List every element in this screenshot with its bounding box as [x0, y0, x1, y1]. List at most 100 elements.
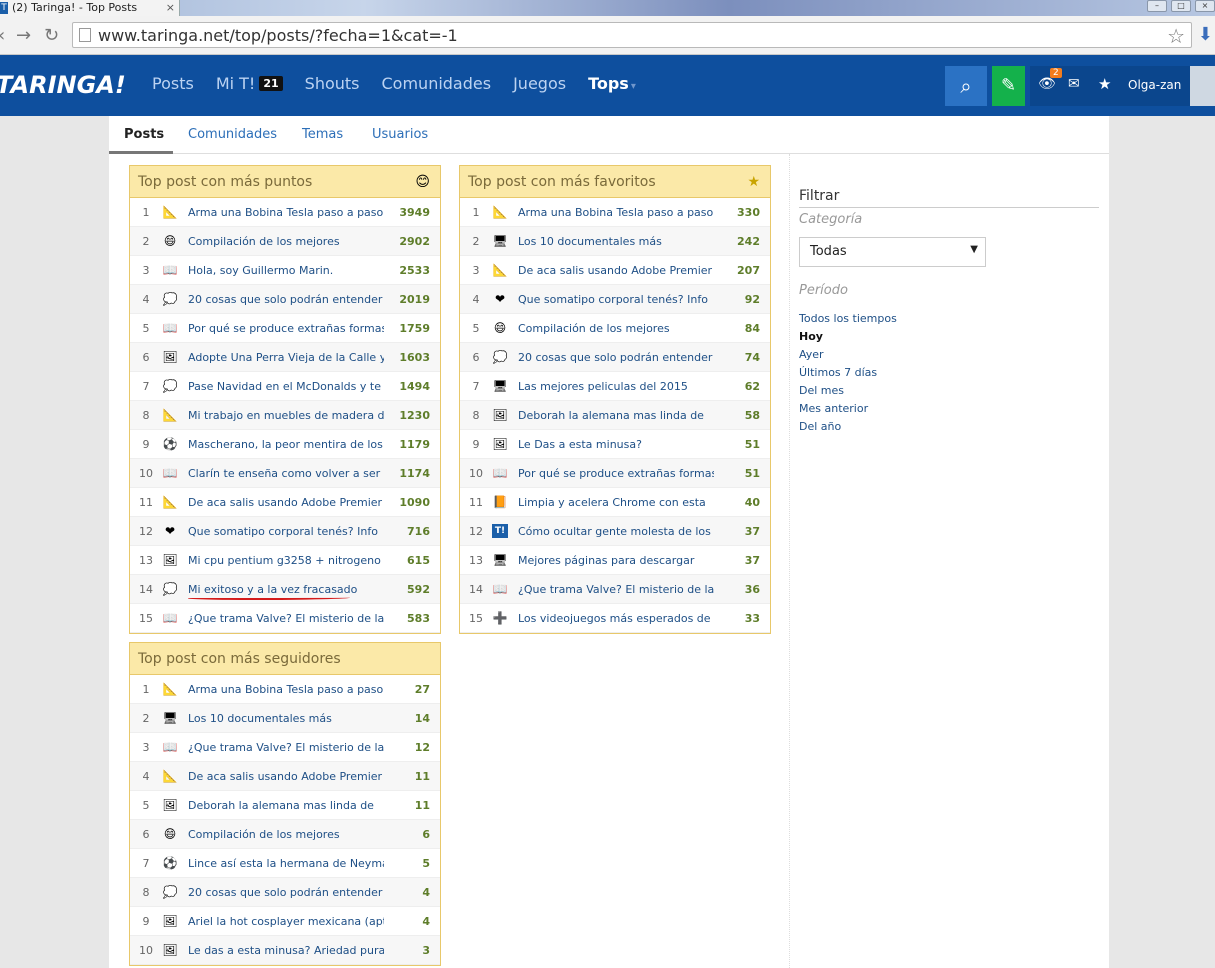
tab-temas[interactable]: Temas — [302, 127, 343, 142]
tab-comunidades[interactable]: Comunidades — [188, 127, 277, 142]
post-title-link[interactable]: Le das a esta minusa? Ariedad pura y — [188, 944, 384, 957]
forward-icon[interactable]: → — [16, 25, 31, 46]
eye-icon[interactable]: 👁 — [1038, 76, 1056, 92]
nav-shouts[interactable]: Shouts — [305, 74, 360, 93]
nav-mi-t[interactable]: Mi T! 21 — [216, 74, 283, 93]
post-row[interactable]: 8 💭 20 cosas que solo podrán entender 4 — [130, 878, 440, 907]
post-title-link[interactable]: Hola, soy Guillermo Marin. — [188, 264, 384, 277]
post-title-link[interactable]: Por qué se produce extrañas formas — [188, 322, 384, 335]
post-row[interactable]: 8 📐 Mi trabajo en muebles de madera de 1230 — [130, 401, 440, 430]
post-row[interactable]: 2 🖥 Los 10 documentales más 14 — [130, 704, 440, 733]
search-button[interactable]: ⌕ — [945, 66, 987, 106]
post-row[interactable]: 15 📖 ¿Que trama Valve? El misterio de las 5… — [130, 604, 440, 633]
post-row[interactable]: 1 📐 Arma una Bobina Tesla paso a paso- 27 — [130, 675, 440, 704]
post-title-link[interactable]: De aca salis usando Adobe Premier — [188, 770, 384, 783]
taringa-logo[interactable]: TARINGA! — [0, 71, 126, 99]
period-option[interactable]: Hoy — [799, 328, 1099, 346]
post-row[interactable]: 11 📙 Limpia y acelera Chrome con esta 40 — [460, 488, 770, 517]
post-title-link[interactable]: ¿Que trama Valve? El misterio de las — [188, 741, 384, 754]
post-row[interactable]: 10 📖 Por qué se produce extrañas formas 51 — [460, 459, 770, 488]
post-title-link[interactable]: Los videojuegos más esperados de — [518, 612, 714, 625]
browser-tab[interactable]: T (2) Taringa! - Top Posts × — [0, 0, 180, 16]
post-title-link[interactable]: Que somatipo corporal tenés? Info — [518, 293, 714, 306]
post-row[interactable]: 9 ⚽ Mascherano, la peor mentira de los 1179 — [130, 430, 440, 459]
address-bar[interactable]: www.taringa.net/top/posts/?fecha=1&cat=-… — [72, 22, 1192, 48]
period-option[interactable]: Todos los tiempos — [799, 310, 1099, 328]
post-row[interactable]: 12 ❤ Que somatipo corporal tenés? Info 716 — [130, 517, 440, 546]
post-row[interactable]: 1 📐 Arma una Bobina Tesla paso a paso- 3949 — [130, 198, 440, 227]
post-title-link[interactable]: Lince así esta la hermana de Neymar — [188, 857, 384, 870]
nav-tops[interactable]: Tops ▾ — [588, 74, 636, 93]
post-title-link[interactable]: ¿Que trama Valve? El misterio de las — [518, 583, 714, 596]
post-title-link[interactable]: Deborah la alemana mas linda de — [188, 799, 384, 812]
post-row[interactable]: 5 🖼 Deborah la alemana mas linda de 11 — [130, 791, 440, 820]
post-title-link[interactable]: Mi exitoso y a la vez fracasado — [188, 583, 384, 596]
post-title-link[interactable]: Limpia y acelera Chrome con esta — [518, 496, 714, 509]
close-window-icon[interactable]: × — [1195, 0, 1215, 12]
new-post-button[interactable]: ✎ — [992, 66, 1025, 106]
post-title-link[interactable]: Compilación de los mejores — [188, 235, 384, 248]
post-row[interactable]: 6 💭 20 cosas que solo podrán entender 74 — [460, 343, 770, 372]
post-title-link[interactable]: Compilación de los mejores — [518, 322, 714, 335]
post-title-link[interactable]: Adopte Una Perra Vieja de la Calle y — [188, 351, 384, 364]
tab-usuarios[interactable]: Usuarios — [372, 127, 428, 142]
post-row[interactable]: 15 ➕ Los videojuegos más esperados de 33 — [460, 604, 770, 633]
post-row[interactable]: 7 ⚽ Lince así esta la hermana de Neymar 5 — [130, 849, 440, 878]
post-title-link[interactable]: Mejores páginas para descargar — [518, 554, 714, 567]
post-title-link[interactable]: Pase Navidad en el McDonalds y te lo — [188, 380, 384, 393]
post-title-link[interactable]: Mi trabajo en muebles de madera de — [188, 409, 384, 422]
nav-juegos[interactable]: Juegos — [513, 74, 566, 93]
post-row[interactable]: 3 📖 Hola, soy Guillermo Marin. 2533 — [130, 256, 440, 285]
minimize-icon[interactable]: – — [1147, 0, 1167, 12]
post-row[interactable]: 4 ❤ Que somatipo corporal tenés? Info 92 — [460, 285, 770, 314]
post-row[interactable]: 2 😄 Compilación de los mejores 2902 — [130, 227, 440, 256]
category-select[interactable]: Todas ▼ — [799, 237, 986, 267]
post-row[interactable]: 7 💭 Pase Navidad en el McDonalds y te lo 14… — [130, 372, 440, 401]
post-title-link[interactable]: ¿Que trama Valve? El misterio de las — [188, 612, 384, 625]
username[interactable]: Olga-zan — [1128, 78, 1181, 92]
post-row[interactable]: 5 📖 Por qué se produce extrañas formas 1759 — [130, 314, 440, 343]
post-row[interactable]: 4 💭 20 cosas que solo podrán entender 2019 — [130, 285, 440, 314]
post-title-link[interactable]: Deborah la alemana mas linda de — [518, 409, 714, 422]
post-row[interactable]: 14 💭 Mi exitoso y a la vez fracasado 592 — [130, 575, 440, 604]
post-row[interactable]: 13 🖥 Mejores páginas para descargar 37 — [460, 546, 770, 575]
post-title-link[interactable]: Arma una Bobina Tesla paso a paso- — [188, 683, 384, 696]
post-row[interactable]: 11 📐 De aca salis usando Adobe Premier 1090 — [130, 488, 440, 517]
post-row[interactable]: 10 🖼 Le das a esta minusa? Ariedad pura y 3 — [130, 936, 440, 965]
back-icon[interactable]: ‹ — [0, 25, 5, 46]
post-row[interactable]: 14 📖 ¿Que trama Valve? El misterio de las 3… — [460, 575, 770, 604]
post-title-link[interactable]: Que somatipo corporal tenés? Info — [188, 525, 384, 538]
avatar[interactable] — [1188, 66, 1215, 106]
post-title-link[interactable]: Arma una Bobina Tesla paso a paso- — [188, 206, 384, 219]
post-row[interactable]: 5 😄 Compilación de los mejores 84 — [460, 314, 770, 343]
post-row[interactable]: 9 🖼 Le Das a esta minusa? 51 — [460, 430, 770, 459]
bookmark-star-icon[interactable]: ☆ — [1167, 24, 1185, 48]
mail-icon[interactable]: ✉ — [1068, 76, 1080, 92]
reload-icon[interactable]: ↻ — [44, 25, 59, 46]
period-option[interactable]: Últimos 7 días — [799, 364, 1099, 382]
post-title-link[interactable]: Le Das a esta minusa? — [518, 438, 714, 451]
post-row[interactable]: 1 📐 Arma una Bobina Tesla paso a paso- 330 — [460, 198, 770, 227]
post-title-link[interactable]: De aca salis usando Adobe Premier — [188, 496, 384, 509]
post-title-link[interactable]: Cómo ocultar gente molesta de los — [518, 525, 714, 538]
post-title-link[interactable]: Los 10 documentales más — [518, 235, 714, 248]
post-title-link[interactable]: 20 cosas que solo podrán entender — [518, 351, 714, 364]
post-row[interactable]: 3 📐 De aca salis usando Adobe Premier 207 — [460, 256, 770, 285]
post-title-link[interactable]: 20 cosas que solo podrán entender — [188, 293, 384, 306]
post-row[interactable]: 6 🖼 Adopte Una Perra Vieja de la Calle y 16… — [130, 343, 440, 372]
nav-posts[interactable]: Posts — [152, 74, 194, 93]
post-row[interactable]: 10 📖 Clarín te enseña como volver a ser 117… — [130, 459, 440, 488]
post-title-link[interactable]: Arma una Bobina Tesla paso a paso- — [518, 206, 714, 219]
post-title-link[interactable]: Compilación de los mejores — [188, 828, 384, 841]
star-icon[interactable]: ★ — [1098, 75, 1111, 93]
post-title-link[interactable]: Los 10 documentales más — [188, 712, 384, 725]
post-title-link[interactable]: Clarín te enseña como volver a ser — [188, 467, 384, 480]
post-title-link[interactable]: Las mejores peliculas del 2015 — [518, 380, 714, 393]
period-option[interactable]: Mes anterior — [799, 400, 1099, 418]
maximize-icon[interactable]: □ — [1171, 0, 1191, 12]
post-row[interactable]: 3 📖 ¿Que trama Valve? El misterio de las 12 — [130, 733, 440, 762]
tab-posts[interactable]: Posts — [124, 127, 164, 142]
download-icon[interactable]: ⬇ — [1198, 24, 1213, 45]
post-title-link[interactable]: Mi cpu pentium g3258 + nitrogeno — [188, 554, 384, 567]
post-title-link[interactable]: Ariel la hot cosplayer mexicana (apto — [188, 915, 384, 928]
